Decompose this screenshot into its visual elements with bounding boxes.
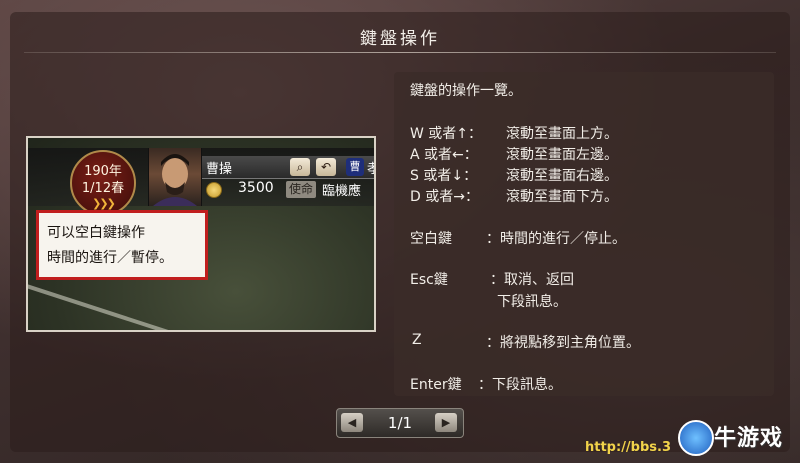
callout-line-1: 可以空白鍵操作 [47,225,145,241]
chevron-left-icon: ◀ [347,416,357,429]
list-heading: 鍵盤的操作一覽。 [410,83,522,99]
key-label: S 或者↓： [410,168,478,184]
key-description: ：將視點移到主角位置。 [486,335,640,351]
search-icon: ⌕ [290,158,310,176]
page-indicator: 1/1 [387,414,413,432]
key-description: 滾動至畫面上方。 [506,126,618,142]
key-description: 下段訊息。 [497,294,567,310]
character-name: 曹操 [206,162,233,177]
faction-name: 孝 [367,158,374,177]
key-label: Z [412,332,422,348]
key-description: 滾動至畫面右邊。 [506,168,618,184]
date-badge: 190年 1/12春 ❯❯❯ [70,150,136,216]
key-description: 滾動至畫面下方。 [506,189,618,205]
faction-badge: 曹 [346,158,364,176]
chevron-right-icon: ▶ [441,416,451,429]
key-label: Esc鍵 [410,272,448,288]
key-label: A 或者←： [410,147,478,163]
next-page-button[interactable]: ▶ [435,413,457,432]
mission-text: 臨機應 [322,184,362,199]
watermark-logo: 牛游戏 [678,412,790,458]
key-description: ：取消、返回 [490,272,574,288]
key-label: 空白鍵 [410,231,452,247]
gold-amount: 3500 [238,180,274,196]
key-label: D 或者→： [410,189,479,205]
logo-text: 牛游戏 [714,426,784,451]
character-portrait [148,148,202,206]
key-description: ：時間的進行／停止。 [486,231,626,247]
key-description: 滾動至畫面左邊。 [506,147,618,163]
gold-coin-icon [206,182,222,198]
key-label: Enter鍵 [410,377,462,393]
fast-forward-icon: ❯❯❯ [92,197,116,210]
tutorial-preview-image: 190年 1/12春 ❯❯❯ 曹操 ⌕ ↶ 曹 孝 3500 使命 臨機應 可以… [26,136,376,332]
page-title: 鍵盤操作 [360,29,440,49]
title-divider [24,52,776,53]
key-label: W 或者↑： [410,126,483,142]
mission-tag: 使命 [286,181,317,198]
watermark-url: http://bbs.3 [585,440,672,455]
prev-page-button[interactable]: ◀ [341,413,363,432]
date-season: 1/12春 [81,181,125,196]
field-line [28,278,256,330]
pager: ◀ 1/1 ▶ [336,408,464,438]
key-description: ：下段訊息。 [478,377,562,393]
return-arrow-icon: ↶ [316,158,336,176]
logo-icon [678,420,714,456]
callout-box: 可以空白鍵操作 時間的進行／暫停。 [36,210,208,280]
callout-line-2: 時間的進行／暫停。 [47,250,173,266]
